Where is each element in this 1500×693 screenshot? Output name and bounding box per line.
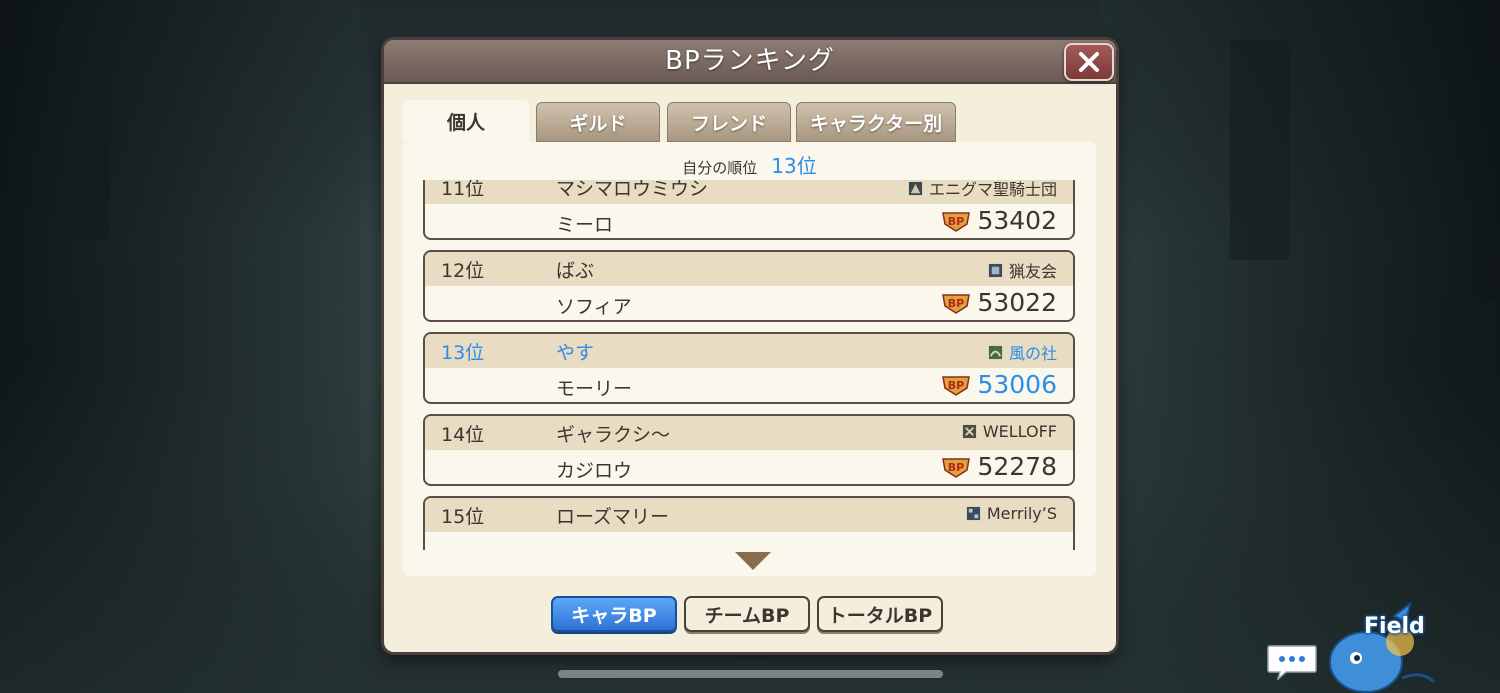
- row-header: [425, 252, 1073, 286]
- guild-emblem-icon: [966, 506, 980, 521]
- player-name: ギャラクシ〜: [556, 424, 671, 446]
- svg-text:BP: BP: [948, 215, 964, 228]
- row-header: [425, 334, 1073, 368]
- bp-badge-icon: BP: [942, 211, 971, 232]
- bp-badge-icon: BP: [942, 293, 971, 314]
- guild-emblem-icon: [988, 263, 1003, 277]
- svg-text:BP: BP: [948, 297, 964, 310]
- button-label: キャラBP: [571, 604, 657, 627]
- close-icon: [1079, 52, 1099, 72]
- bp-value: 52278: [977, 452, 1057, 481]
- character-name: カジロウ: [556, 460, 633, 482]
- button-label: チームBP: [704, 604, 790, 627]
- svg-text:BP: BP: [948, 379, 964, 392]
- bp-badge-icon: BP: [942, 375, 971, 396]
- tab-label: 個人: [446, 111, 485, 134]
- guild: 風の社: [988, 340, 1057, 364]
- guild: Merrily’S: [966, 504, 1057, 523]
- bp-badge-icon: BP: [942, 457, 971, 478]
- tab-label: フレンド: [690, 112, 767, 135]
- guild-name: 猟友会: [1008, 262, 1057, 281]
- my-rank-label: 自分の順位: [682, 159, 758, 177]
- bp-score: BP 53402: [941, 206, 1057, 235]
- total-bp-button[interactable]: トータルBP: [817, 596, 943, 632]
- bp-score: BP 52278: [941, 452, 1057, 481]
- guild-name: エニグマ聖騎士団: [928, 180, 1057, 199]
- chara-bp-button[interactable]: キャラBP: [551, 596, 677, 632]
- bp-value: 53402: [977, 206, 1057, 235]
- chat-bubble-icon[interactable]: [1266, 644, 1318, 680]
- rank-number: 15位: [441, 506, 485, 528]
- team-bp-button[interactable]: チームBP: [684, 596, 810, 632]
- tab-label: キャラクター別: [809, 112, 943, 135]
- rank-number: 12位: [441, 260, 485, 282]
- guild-name: 風の社: [1008, 344, 1057, 363]
- rank-number: 14位: [441, 424, 485, 446]
- button-label: トータルBP: [827, 604, 933, 627]
- svg-text:BP: BP: [948, 461, 964, 474]
- my-rank: 自分の順位 13位: [403, 150, 1096, 179]
- player-name: ローズマリー: [556, 506, 670, 528]
- character-name: ソフィア: [556, 296, 632, 318]
- background-pillar: [1230, 40, 1290, 260]
- player-name: マシマロウミウシ: [556, 180, 709, 200]
- guild: 猟友会: [988, 258, 1057, 282]
- ranking-row[interactable]: 11位 マシマロウミウシ エニグマ聖騎士団 ミーロ BP 53402: [423, 180, 1075, 240]
- dialog-title: BPランキング: [665, 46, 835, 76]
- background-pillar: [60, 20, 110, 240]
- bp-value: 53022: [977, 288, 1057, 317]
- guild: WELLOFF: [962, 422, 1057, 441]
- rank-number: 11位: [441, 180, 485, 200]
- dialog-header: BPランキング: [384, 40, 1116, 84]
- tab-by-character[interactable]: キャラクター別: [796, 102, 956, 142]
- character-name: モーリー: [556, 378, 633, 400]
- tab-guild[interactable]: ギルド: [536, 102, 660, 142]
- tab-friend[interactable]: フレンド: [667, 102, 791, 142]
- ranking-panel: 自分の順位 13位 11位 マシマロウミウシ エニグマ聖騎士団 ミーロ BP 53…: [403, 142, 1096, 576]
- guild: エニグマ聖騎士団: [908, 180, 1057, 200]
- guild-emblem-icon: [962, 424, 976, 439]
- close-button[interactable]: [1064, 43, 1114, 81]
- my-rank-value: 13位: [771, 154, 817, 178]
- bp-value: 53006: [977, 370, 1057, 399]
- guild-emblem-icon: [988, 345, 1003, 359]
- tab-label: ギルド: [569, 112, 627, 135]
- player-name: ばぶ: [556, 260, 595, 282]
- guild-name: Merrily’S: [986, 504, 1057, 523]
- ranking-row[interactable]: 12位 ばぶ 猟友会 ソフィア BP 53022: [423, 250, 1075, 322]
- tab-individual[interactable]: 個人: [403, 100, 529, 142]
- ranking-row[interactable]: 15位 ローズマリー Merrily’S: [423, 496, 1075, 550]
- character-name: ミーロ: [556, 214, 614, 236]
- ranking-row-self[interactable]: 13位 やす 風の社 モーリー BP 53006: [423, 332, 1075, 404]
- bp-ranking-dialog: BPランキング 個人 ギルド フレンド キャラクター別 自分の順位 13位 11位…: [384, 40, 1116, 652]
- ranking-row[interactable]: 14位 ギャラクシ〜 WELLOFF カジロウ BP 52278: [423, 414, 1075, 486]
- scroll-down-arrow-icon[interactable]: [733, 550, 773, 572]
- guild-name: WELLOFF: [982, 422, 1057, 441]
- rank-number: 13位: [441, 342, 485, 364]
- bp-score: BP 53006: [941, 370, 1057, 399]
- guild-emblem-icon: [908, 181, 923, 195]
- ranking-list[interactable]: 11位 マシマロウミウシ エニグマ聖騎士団 ミーロ BP 53402 12位 ば…: [423, 180, 1077, 550]
- field-label: Field: [1364, 614, 1425, 639]
- bp-score: BP 53022: [941, 288, 1057, 317]
- field-button[interactable]: Field: [1326, 600, 1446, 693]
- background-pillar: [1440, 300, 1500, 440]
- player-name: やす: [556, 342, 595, 364]
- home-indicator[interactable]: [558, 670, 943, 678]
